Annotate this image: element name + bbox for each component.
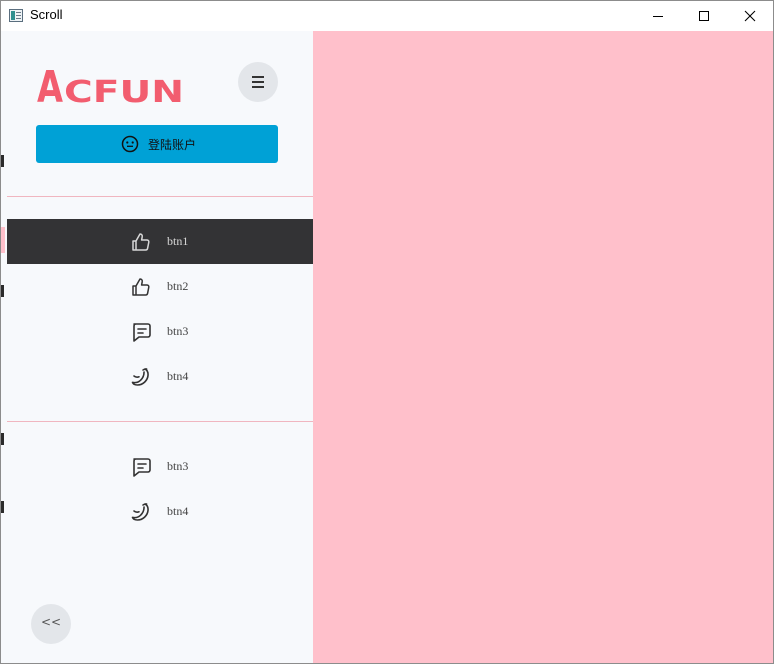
edge-tick [1,285,4,297]
login-button[interactable]: 登陆账户 [36,125,278,163]
collapse-sidebar-label: << [40,615,62,629]
acfun-logo[interactable]: A CFUN [37,61,187,113]
nav-item-label: btn4 [167,504,189,518]
banana-icon [131,503,149,521]
nav-item-label: btn2 [167,279,189,293]
maximize-icon [699,11,709,21]
window-title: Scroll [30,7,63,22]
login-button-label: 登陆账户 [148,138,197,152]
close-button[interactable] [727,1,773,31]
divider [7,196,313,197]
sidebar: A CFUN 登陆账户 btn1 btn2 btn3 btn4 btn3 btn… [7,31,313,663]
nav-item-btn4[interactable]: btn4 [7,489,313,534]
thumbs-up-icon [132,278,150,296]
nav-item-label: btn1 [167,234,189,248]
hamburger-icon [252,76,264,91]
edge-tick [1,433,4,445]
acfun-logo-image: A CFUN [37,62,184,113]
thumbs-up-icon [132,233,150,251]
maximize-button[interactable] [681,1,727,31]
nav-item-label: btn4 [167,369,189,383]
divider [7,421,313,422]
nav-item-btn3[interactable]: btn3 [7,444,313,489]
chat-message-icon [133,458,151,477]
edge-tick [1,501,4,513]
nav-item-label: btn3 [167,324,189,338]
banana-icon [131,368,149,386]
nav-item-btn2[interactable]: btn2 [7,264,313,309]
minimize-button[interactable] [635,1,681,31]
svg-text:CFUN: CFUN [64,75,184,105]
menu-button[interactable] [238,62,278,102]
chat-message-icon [133,323,151,342]
collapse-sidebar-button[interactable]: << [31,604,71,644]
nav-item-label: btn3 [167,459,189,473]
edge-pink-marker [1,227,5,253]
svg-text:A: A [37,62,63,105]
nav-item-btn3[interactable]: btn3 [7,309,313,354]
smile-icon [121,135,139,153]
nav-item-btn4[interactable]: btn4 [7,354,313,399]
title-bar[interactable]: Scroll [1,1,773,31]
edge-tick [1,155,4,167]
minimize-icon [653,16,663,17]
nav-item-btn1[interactable]: btn1 [7,219,313,264]
app-icon [9,9,23,22]
app-window: Scroll A CFUN 登陆账户 btn1 btn2 btn3 btn4 b… [0,0,774,664]
close-icon [744,10,756,22]
content-area [313,31,773,663]
